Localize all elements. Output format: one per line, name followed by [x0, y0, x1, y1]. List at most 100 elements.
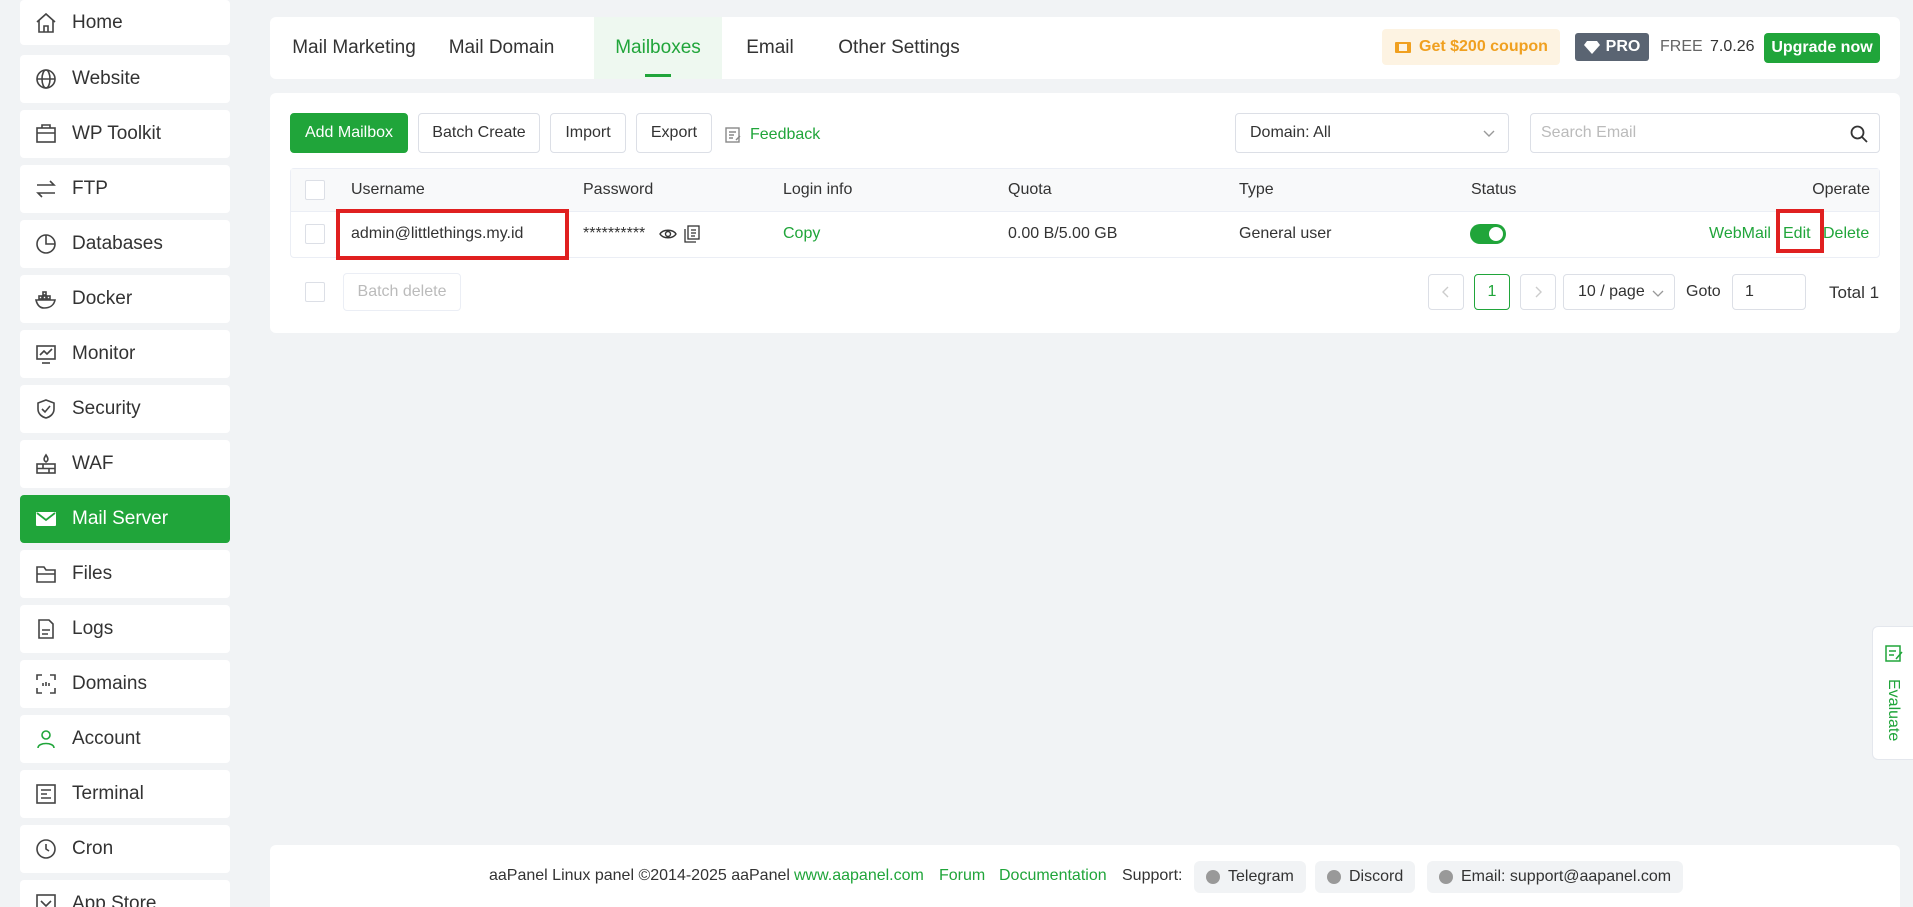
type-cell: General user	[1239, 225, 1332, 242]
import-button[interactable]: Import	[550, 113, 626, 153]
mailboxes-panel: Add Mailbox Batch Create Import Export F…	[270, 93, 1900, 333]
copy-login-info-link[interactable]: Copy	[783, 225, 820, 243]
sidebar-item-website[interactable]: Website	[20, 55, 230, 103]
row-checkbox[interactable]	[305, 224, 325, 244]
page-size-select[interactable]: 10 / page	[1563, 274, 1675, 310]
goto-input[interactable]: 1	[1732, 274, 1806, 310]
toolkit-icon	[34, 122, 58, 146]
sidebar-item-label: Files	[72, 563, 113, 584]
highlight-box-username	[336, 209, 569, 260]
tab-email[interactable]: Email	[722, 17, 818, 79]
pro-badge[interactable]: PRO	[1575, 33, 1649, 61]
telegram-link[interactable]: Telegram	[1194, 861, 1306, 893]
sidebar-item-databases[interactable]: Databases	[20, 220, 230, 268]
status-toggle[interactable]	[1470, 224, 1506, 244]
sidebar-item-wp-toolkit[interactable]: WP Toolkit	[20, 110, 230, 158]
sidebar-item-ftp[interactable]: FTP	[20, 165, 230, 213]
search-input[interactable]	[1531, 114, 1831, 152]
telegram-icon	[1206, 870, 1220, 884]
add-mailbox-button[interactable]: Add Mailbox	[290, 113, 408, 153]
globe-icon	[34, 67, 58, 91]
discord-icon	[1327, 870, 1341, 884]
evaluate-tab[interactable]: Evaluate	[1872, 626, 1913, 760]
sidebar-item-home[interactable]: Home	[20, 0, 230, 45]
plan-label: FREE	[1660, 38, 1703, 55]
version-label: 7.0.26	[1710, 38, 1755, 55]
sidebar-item-app-store[interactable]: App Store	[20, 880, 230, 907]
discord-label: Discord	[1349, 868, 1404, 885]
evaluate-icon	[1885, 645, 1903, 662]
feedback-label: Feedback	[750, 126, 821, 143]
sidebar-item-monitor[interactable]: Monitor	[20, 330, 230, 378]
sidebar-item-files[interactable]: Files	[20, 550, 230, 598]
page-1-button[interactable]: 1	[1474, 274, 1510, 310]
sidebar-item-label: Docker	[72, 288, 133, 309]
user-icon	[34, 727, 58, 751]
email-support-link[interactable]: Email: support@aapanel.com	[1427, 861, 1684, 893]
eye-icon[interactable]	[659, 227, 677, 241]
column-header: Type	[1239, 181, 1274, 198]
sidebar-item-waf[interactable]: WAF	[20, 440, 230, 488]
database-icon	[34, 232, 58, 256]
column-header: Username	[351, 181, 425, 198]
sidebar-item-mail-server[interactable]: Mail Server	[20, 495, 230, 543]
table-header: Username Password Login info Quota Type …	[291, 169, 1879, 212]
folder-icon	[34, 562, 58, 586]
select-all-checkbox[interactable]	[305, 180, 325, 200]
sidebar-item-label: Mail Server	[72, 508, 169, 529]
app-store-icon	[34, 892, 58, 907]
sidebar-item-docker[interactable]: Docker	[20, 275, 230, 323]
goto-label: Goto	[1686, 283, 1721, 300]
sidebar-item-account[interactable]: Account	[20, 715, 230, 763]
tab-mail-domain[interactable]: Mail Domain	[438, 17, 565, 79]
tab-mail-marketing[interactable]: Mail Marketing	[270, 17, 438, 79]
webmail-link[interactable]: WebMail	[1709, 225, 1771, 243]
sidebar-item-logs[interactable]: Logs	[20, 605, 230, 653]
sidebar-item-cron[interactable]: Cron	[20, 825, 230, 873]
next-page-button[interactable]	[1520, 274, 1556, 310]
shield-icon	[34, 397, 58, 421]
batch-create-button[interactable]: Batch Create	[418, 113, 540, 153]
tab-mailboxes[interactable]: Mailboxes	[594, 17, 722, 79]
copyright-text: aaPanel Linux panel ©2014-2025 aaPanel	[489, 867, 790, 884]
forum-link[interactable]: Forum	[939, 867, 985, 885]
discord-link[interactable]: Discord	[1315, 861, 1416, 893]
chevron-right-icon	[1535, 286, 1542, 298]
total-count: Total 1	[1829, 283, 1880, 302]
upgrade-button[interactable]: Upgrade now	[1764, 33, 1880, 63]
sidebar-item-label: App Store	[72, 893, 157, 907]
documentation-link[interactable]: Documentation	[999, 867, 1107, 885]
search-icon[interactable]	[1849, 124, 1869, 144]
transfer-icon	[34, 177, 58, 201]
sidebar-item-domains[interactable]: Domains	[20, 660, 230, 708]
page-size-value: 10 / page	[1578, 283, 1645, 300]
prev-page-button[interactable]	[1428, 274, 1464, 310]
diamond-icon	[1583, 41, 1600, 54]
sidebar-item-terminal[interactable]: Terminal	[20, 770, 230, 818]
sidebar-item-label: Monitor	[72, 343, 136, 364]
logs-icon	[34, 617, 58, 641]
mail-icon	[34, 507, 58, 531]
monitor-icon	[34, 342, 58, 366]
domain-select[interactable]: Domain: All	[1235, 113, 1509, 153]
sidebar-item-security[interactable]: Security	[20, 385, 230, 433]
telegram-label: Telegram	[1228, 868, 1294, 885]
clock-icon	[34, 837, 58, 861]
sidebar-item-label: Security	[72, 398, 141, 419]
tab-other-settings[interactable]: Other Settings	[823, 17, 975, 79]
email-icon	[1439, 870, 1453, 884]
feedback-link[interactable]: Feedback	[724, 123, 820, 147]
export-button[interactable]: Export	[636, 113, 712, 153]
highlight-box-edit	[1776, 209, 1824, 253]
website-link[interactable]: www.aapanel.com	[794, 867, 924, 885]
column-header: Quota	[1008, 181, 1052, 198]
copy-icon[interactable]	[684, 225, 700, 243]
firewall-icon	[34, 452, 58, 476]
batch-delete-button[interactable]: Batch delete	[343, 273, 461, 311]
sidebar-item-label: Cron	[72, 838, 114, 859]
footer: aaPanel Linux panel ©2014-2025 aaPanel w…	[270, 845, 1900, 907]
coupon-button[interactable]: Get $200 coupon	[1382, 29, 1560, 65]
coupon-label: Get $200 coupon	[1419, 38, 1548, 55]
delete-link[interactable]: Delete	[1823, 225, 1869, 243]
footer-select-checkbox[interactable]	[305, 282, 325, 302]
